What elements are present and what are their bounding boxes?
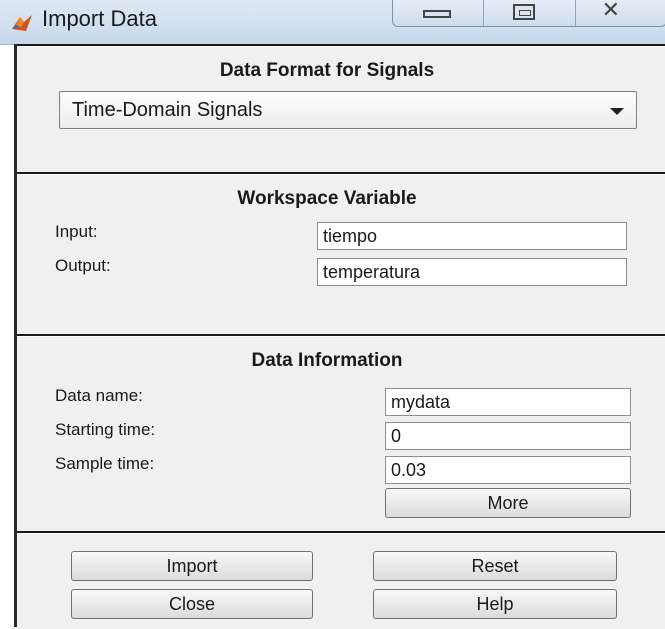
close-window-button[interactable]: ✕ bbox=[576, 0, 665, 26]
input-variable-field[interactable] bbox=[317, 222, 627, 250]
minimize-button[interactable] bbox=[393, 0, 485, 26]
maximize-button[interactable] bbox=[484, 0, 576, 26]
maximize-icon bbox=[513, 4, 536, 20]
window-title: Import Data bbox=[42, 6, 157, 31]
data-name-label: Data name: bbox=[55, 386, 143, 405]
output-label: Output: bbox=[55, 256, 111, 275]
data-name-field[interactable] bbox=[385, 388, 631, 416]
data-format-panel: Data Format for Signals Time-Domain Sign… bbox=[17, 44, 665, 174]
minimize-icon bbox=[423, 10, 451, 18]
close-button[interactable]: Close bbox=[71, 589, 313, 619]
more-button[interactable]: More bbox=[385, 488, 631, 518]
import-button[interactable]: Import bbox=[71, 551, 313, 581]
close-icon: ✕ bbox=[601, 0, 621, 23]
matlab-membrane-icon bbox=[12, 15, 32, 31]
reset-button[interactable]: Reset bbox=[373, 551, 617, 581]
workspace-variable-panel: Workspace Variable Input: Output: bbox=[17, 172, 665, 336]
title-bar: Import Data ✕ bbox=[0, 0, 665, 45]
dialog-body: Data Format for Signals Time-Domain Sign… bbox=[14, 44, 665, 629]
data-format-title: Data Format for Signals bbox=[219, 60, 435, 81]
data-information-panel: Data Information Data name: Starting tim… bbox=[17, 334, 665, 533]
data-format-selected-value: Time-Domain Signals bbox=[72, 99, 263, 121]
starting-time-label: Starting time: bbox=[55, 420, 156, 439]
window-controls: ✕ bbox=[392, 0, 665, 27]
help-button[interactable]: Help bbox=[373, 589, 617, 619]
output-variable-field[interactable] bbox=[317, 258, 627, 286]
data-information-title: Data Information bbox=[251, 350, 403, 371]
starting-time-field[interactable] bbox=[385, 422, 631, 450]
actions-panel: Import Reset Close Help bbox=[17, 531, 665, 629]
data-format-select[interactable]: Time-Domain Signals bbox=[59, 91, 637, 129]
input-label: Input: bbox=[55, 222, 98, 241]
sample-time-field[interactable] bbox=[385, 456, 631, 484]
chevron-down-icon bbox=[610, 108, 624, 115]
sample-time-label: Sample time: bbox=[55, 454, 155, 473]
workspace-variable-title: Workspace Variable bbox=[237, 188, 417, 209]
